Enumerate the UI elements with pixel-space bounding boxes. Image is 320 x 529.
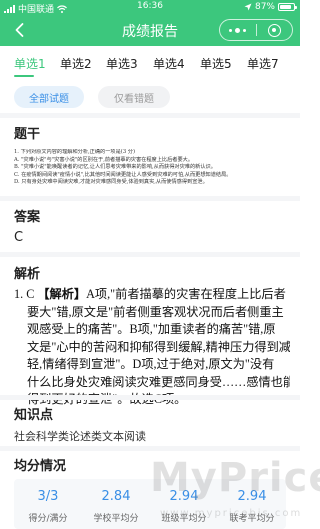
analysis-line: 要大"错,原文是"前者侧重客观状况而后者侧重主	[27, 304, 284, 319]
status-right: 87%	[244, 2, 297, 12]
tab-single-choice-4[interactable]: 单选4	[153, 55, 185, 72]
analysis-line: 1. C 【解析】A项,"前者描摹的灾害在程度上比后者	[14, 286, 290, 304]
tab-single-choice-1[interactable]: 单选1	[14, 55, 46, 72]
school-average-value: 2.84	[101, 489, 131, 504]
analysis-line: 轻,情绪得到宣泄"。D项,过于绝对,原文为"没有	[27, 357, 275, 371]
mini-program-capsule	[219, 19, 293, 41]
knowledge-section-title: 知识点	[14, 408, 54, 423]
battery-fill	[280, 5, 291, 9]
analysis-text: 1. C 【解析】A项,"前者描摹的灾害在程度上比后者 要大"错,原文是"前者侧…	[14, 286, 290, 409]
stem-line: 1. 下列对原文内容的理解和分析,正确的一项是(3 分)	[14, 149, 135, 155]
knowledge-point: 社会科学类论述类文本阅读	[14, 430, 146, 443]
stem-line: B. "灾难小说"能唤醒读者的记忆,让人们思考灾难带来的影响,从而获得对灾难的新…	[14, 164, 216, 171]
tab-single-choice-2[interactable]: 单选2	[60, 55, 92, 72]
tab-single-choice-5[interactable]: 单选5	[200, 55, 232, 72]
battery-percent: 87%	[254, 2, 275, 12]
question-stem: 1. 下列对原文内容的理解和分析,正确的一项是(3 分) A. "灾难小说"与"…	[14, 149, 288, 187]
battery-icon	[278, 3, 297, 11]
school-average-label: 学校平均分	[93, 514, 139, 524]
nav-bar: 成绩报告	[0, 14, 300, 46]
close-mini-program-button[interactable]	[257, 20, 293, 40]
analysis-line: 文是"心中的苦闷和抑郁得到缓解,精神压力得到减	[27, 339, 290, 354]
analysis-option: C	[26, 287, 35, 301]
close-target-icon	[267, 23, 281, 37]
section-divider	[0, 252, 300, 257]
analysis-line: 什么比身处灾难阅读灾难更感同身受……感情也能	[27, 374, 290, 389]
stem-line: D. 只有身处灾难中阅读灾难,才能对灾难感同身受,体验到真实,从而使情感得到宣泄…	[14, 179, 208, 186]
analysis-line: 观感受上的痛苦"。B项,"加重读者的痛苦"错,原	[27, 322, 276, 336]
section-divider	[0, 446, 300, 451]
answer-section-title: 答案	[14, 210, 41, 225]
question-tabs: 单选1 单选2 单选3 单选4 单选5 单选7	[0, 46, 300, 80]
analysis-line-text: A项,"前者描摹的灾害在程度上比后者	[86, 287, 286, 301]
question-section-title: 题干	[14, 127, 41, 142]
more-button[interactable]	[220, 20, 256, 40]
score-label: 得分/满分	[28, 514, 68, 524]
tab-single-choice-7[interactable]: 单选7	[247, 55, 279, 72]
analysis-section-title: 解析	[14, 267, 41, 282]
more-dots-icon	[229, 27, 247, 33]
tab-single-choice-3[interactable]: 单选3	[106, 55, 138, 72]
filter-wrong-only[interactable]: 仅看错题	[98, 86, 170, 108]
active-tab-indicator	[14, 75, 34, 77]
analysis-number: 1.	[14, 287, 24, 301]
section-divider	[0, 113, 300, 118]
section-divider	[0, 395, 300, 400]
tabs-fade	[282, 46, 300, 80]
averages-section-title: 均分情况	[14, 459, 67, 474]
section-divider	[0, 196, 300, 201]
watermark-url: www.mypricebis.com	[160, 508, 303, 519]
analysis-tag: 【解析】	[37, 287, 87, 301]
filter-all-questions[interactable]: 全部试题	[14, 86, 84, 108]
watermark-logo: MyPrice	[150, 455, 320, 501]
location-arrow-icon	[244, 3, 252, 11]
answer-value: C	[14, 230, 24, 245]
status-bar: 中国联通 16:36 87%	[0, 0, 300, 15]
score-value: 3/3	[37, 489, 59, 504]
